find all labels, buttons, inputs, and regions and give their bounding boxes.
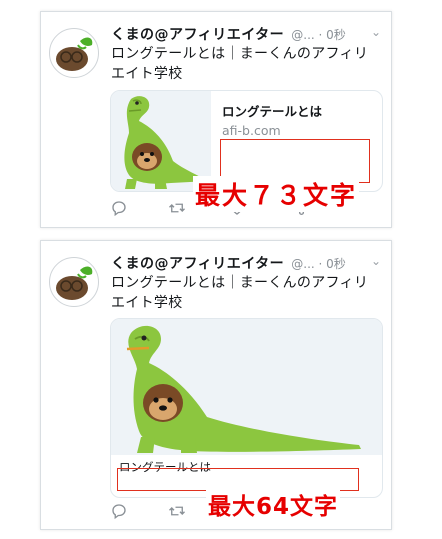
chevron-down-icon[interactable]: ⌄: [371, 254, 381, 268]
reply-icon[interactable]: [110, 199, 130, 217]
card-domain[interactable]: afi-b.com: [222, 123, 281, 138]
max-chars-annotation: 最大７３文字: [193, 176, 360, 212]
handle-and-time[interactable]: @... · 0秒: [291, 28, 346, 42]
display-name[interactable]: くまの@アフィリエイター: [111, 256, 284, 272]
tweet-text: ロングテールとは｜まーくんのアフィリエイト学校: [111, 46, 369, 82]
tweet-text: ロングテールとは｜まーくんのアフィリエイト学校: [111, 275, 369, 311]
avatar[interactable]: [49, 28, 99, 78]
avatar[interactable]: [49, 257, 99, 307]
card-title[interactable]: ロングテールとは: [222, 101, 322, 120]
display-name[interactable]: くまの@アフィリエイター: [111, 27, 284, 43]
handle-and-time[interactable]: @... · 0秒: [291, 257, 346, 271]
retweet-icon[interactable]: [168, 199, 188, 217]
card-image: [111, 319, 382, 455]
reply-icon[interactable]: [110, 502, 130, 520]
retweet-icon[interactable]: [168, 502, 188, 520]
chevron-down-icon[interactable]: ⌄: [371, 25, 381, 39]
max-chars-annotation: 最大64文字: [206, 487, 341, 521]
tweet-header: くまの@アフィリエイター @... · 0秒 ⌄: [111, 24, 385, 44]
tweet-header: くまの@アフィリエイター @... · 0秒 ⌄: [111, 253, 385, 273]
